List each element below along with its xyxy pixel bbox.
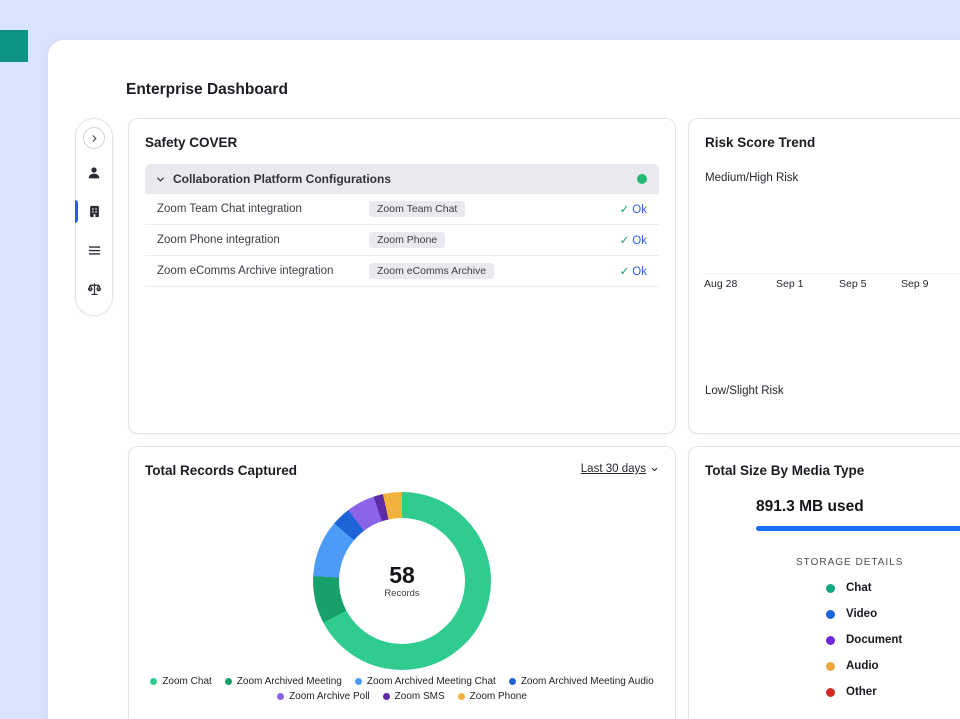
risk-axis-line bbox=[703, 273, 960, 274]
legend-dot bbox=[826, 688, 835, 697]
risk-x-tick: Sep 5 bbox=[839, 278, 866, 290]
legend-dot bbox=[355, 678, 362, 685]
check-icon: ✓ bbox=[620, 266, 630, 278]
group-header-label: Collaboration Platform Configurations bbox=[173, 172, 391, 186]
records-total-unit: Records bbox=[384, 588, 419, 599]
records-donut-center: 58 Records bbox=[339, 518, 465, 644]
collab-config-group-header[interactable]: Collaboration Platform Configurations bbox=[145, 164, 659, 194]
config-tag: Zoom Phone bbox=[369, 232, 445, 249]
records-total-value: 58 bbox=[389, 563, 415, 587]
chevron-right-icon bbox=[89, 133, 100, 144]
sidebar-item-activity[interactable] bbox=[75, 231, 113, 270]
legend-item: Zoom Archived Meeting bbox=[225, 676, 342, 687]
records-donut: 58 Records bbox=[313, 492, 491, 670]
storage-legend-item: Chat bbox=[826, 582, 960, 594]
legend-dot bbox=[383, 693, 390, 700]
legend-dot bbox=[509, 678, 516, 685]
config-row: Zoom Team Chat integration Zoom Team Cha… bbox=[145, 194, 659, 225]
sidebar-item-compliance[interactable] bbox=[75, 270, 113, 309]
config-status: ✓Ok bbox=[620, 202, 647, 216]
chevron-down-icon bbox=[155, 174, 166, 185]
legend-dot bbox=[458, 693, 465, 700]
corner-accent bbox=[0, 30, 28, 62]
person-icon bbox=[86, 165, 102, 181]
legend-item: Zoom SMS bbox=[383, 691, 445, 702]
safety-cover-card: Safety COVER Collaboration Platform Conf… bbox=[128, 118, 676, 434]
mini-sidebar bbox=[75, 118, 113, 316]
storage-details-heading: STORAGE DETAILS bbox=[796, 557, 960, 568]
legend-dot bbox=[150, 678, 157, 685]
building-icon bbox=[87, 204, 102, 219]
legend-item: Zoom Archived Meeting Chat bbox=[355, 676, 496, 687]
records-legend-row: Zoom Chat Zoom Archived Meeting Zoom Arc… bbox=[145, 676, 659, 687]
group-status-dot bbox=[637, 174, 647, 184]
config-tag: Zoom Team Chat bbox=[369, 201, 465, 218]
legend-dot bbox=[826, 636, 835, 645]
safety-cover-title: Safety COVER bbox=[145, 135, 659, 150]
storage-legend-item: Audio bbox=[826, 660, 960, 672]
config-status: ✓Ok bbox=[620, 264, 647, 278]
config-tag: Zoom eComms Archive bbox=[369, 263, 494, 280]
main-panel: Enterprise Dashboard bbox=[48, 40, 960, 719]
legend-item: Zoom Archive Poll bbox=[277, 691, 370, 702]
date-range-selector[interactable]: Last 30 days bbox=[581, 463, 659, 475]
legend-dot bbox=[225, 678, 232, 685]
legend-dot bbox=[277, 693, 284, 700]
sidebar-expand-button[interactable] bbox=[83, 127, 105, 149]
risk-x-tick: Sep 1 bbox=[776, 278, 803, 290]
config-name: Zoom eComms Archive integration bbox=[157, 265, 369, 277]
risk-axis-top-label: Medium/High Risk bbox=[705, 172, 960, 184]
records-legend-row: Zoom Archive Poll Zoom SMS Zoom Phone bbox=[145, 691, 659, 702]
legend-item: Zoom Chat bbox=[150, 676, 211, 687]
records-title: Total Records Captured bbox=[145, 463, 297, 478]
legend-dot bbox=[826, 610, 835, 619]
config-row: Zoom eComms Archive integration Zoom eCo… bbox=[145, 256, 659, 287]
sidebar-item-users[interactable] bbox=[75, 153, 113, 192]
storage-legend-item: Video bbox=[826, 608, 960, 620]
legend-dot bbox=[826, 662, 835, 671]
storage-legend-item: Document bbox=[826, 634, 960, 646]
legend-dot bbox=[826, 584, 835, 593]
scales-icon bbox=[86, 281, 103, 298]
storage-card: Total Size By Media Type 891.3 MB used S… bbox=[688, 446, 960, 719]
config-row: Zoom Phone integration Zoom Phone ✓Ok bbox=[145, 225, 659, 256]
risk-axis-bottom-label: Low/Slight Risk bbox=[705, 385, 784, 397]
page-title: Enterprise Dashboard bbox=[126, 81, 288, 99]
risk-trend-title: Risk Score Trend bbox=[705, 135, 960, 150]
legend-item: Zoom Phone bbox=[458, 691, 527, 702]
storage-legend: Chat Video Document Audio Other bbox=[826, 582, 960, 698]
sidebar-item-organization[interactable] bbox=[75, 192, 113, 231]
check-icon: ✓ bbox=[620, 204, 630, 216]
legend-item: Zoom Archived Meeting Audio bbox=[509, 676, 654, 687]
storage-legend-item: Other bbox=[826, 686, 960, 698]
config-name: Zoom Phone integration bbox=[157, 234, 369, 246]
total-records-card: Total Records Captured Last 30 days 58 R… bbox=[128, 446, 676, 719]
list-icon bbox=[87, 243, 102, 258]
storage-title: Total Size By Media Type bbox=[705, 463, 960, 478]
risk-x-tick: Sep 9 bbox=[901, 278, 928, 290]
config-status: ✓Ok bbox=[620, 233, 647, 247]
storage-usage-bar bbox=[756, 526, 960, 531]
config-name: Zoom Team Chat integration bbox=[157, 203, 369, 215]
risk-x-tick: Aug 28 bbox=[704, 278, 737, 290]
check-icon: ✓ bbox=[620, 235, 630, 247]
storage-used-label: 891.3 MB used bbox=[756, 498, 960, 516]
risk-score-trend-card: Risk Score Trend Medium/High Risk Aug 28… bbox=[688, 118, 960, 434]
chevron-down-icon bbox=[650, 465, 659, 474]
